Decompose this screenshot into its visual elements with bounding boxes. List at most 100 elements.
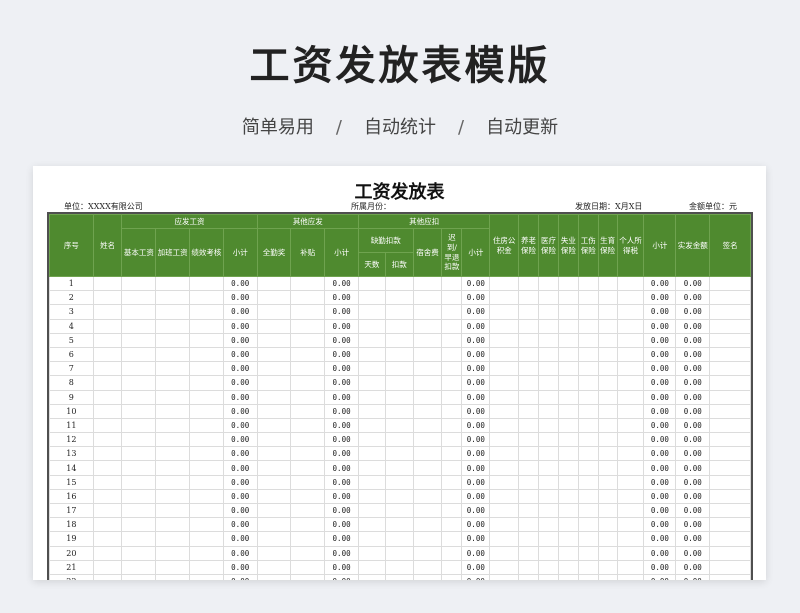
amount-cell: 0.00: [675, 517, 711, 533]
empty-cell: [412, 290, 443, 306]
empty-cell: [189, 488, 224, 505]
empty-cell: [577, 375, 599, 391]
table-body: 1 0.00 0.00 0.00 0.00 0.00 2 0.00 0.00 0.00 0.00 0.…: [49, 275, 751, 580]
empty-cell: [155, 375, 191, 391]
empty-cell: [155, 275, 191, 292]
page-title: 工资发放表模版: [249, 43, 551, 89]
empty-cell: [92, 318, 123, 334]
amount-cell: 0.00: [643, 290, 677, 306]
amount-cell: 0.00: [675, 318, 711, 334]
empty-cell: [538, 488, 559, 505]
empty-cell: [358, 531, 386, 547]
amount-cell: 0.00: [222, 332, 258, 348]
empty-cell: [384, 318, 414, 334]
pay-month: 所属月份：: [351, 202, 391, 211]
amount-cell: 0.00: [222, 545, 258, 561]
empty-cell: [557, 531, 579, 547]
amount-cell: 0.00: [222, 346, 258, 363]
amount-cell: 0.00: [324, 517, 359, 533]
table-row: 16 0.00 0.00 0.00 0.00 0.00: [49, 488, 751, 505]
amount-cell: 0.00: [461, 417, 491, 434]
empty-cell: [121, 517, 157, 533]
empty-cell: [290, 446, 326, 462]
feature-list: 简单易用 / 自动统计 / 自动更新: [0, 113, 800, 139]
amount-cell: 0.00: [324, 432, 359, 448]
amount-cell: 0.00: [324, 332, 359, 348]
amount-cell: 0.00: [324, 290, 359, 306]
empty-cell: [441, 488, 463, 505]
amount-cell: 0.00: [461, 375, 491, 391]
row-seq-cell: 10: [49, 403, 94, 419]
empty-cell: [290, 403, 326, 419]
empty-cell: [538, 275, 559, 292]
empty-cell: [256, 545, 292, 561]
empty-cell: [518, 531, 539, 547]
empty-cell: [189, 290, 224, 306]
empty-cell: [189, 275, 224, 292]
empty-cell: [538, 346, 559, 363]
amount-cell: 0.00: [675, 361, 711, 377]
empty-cell: [189, 460, 224, 476]
empty-cell: [616, 361, 645, 377]
empty-cell: [709, 375, 751, 391]
empty-cell: [597, 573, 618, 580]
empty-cell: [597, 403, 618, 419]
empty-cell: [412, 375, 443, 391]
amount-cell: 0.00: [324, 318, 359, 334]
empty-cell: [256, 346, 292, 363]
amount-cell: 0.00: [643, 460, 677, 476]
amount-cell: 0.00: [461, 474, 491, 490]
amount-cell: 0.00: [643, 573, 677, 580]
amount-cell: 0.00: [222, 361, 258, 377]
empty-cell: [412, 559, 443, 575]
empty-cell: [616, 417, 645, 434]
empty-cell: [538, 403, 559, 419]
empty-cell: [597, 488, 618, 505]
header-subtotal: 小计: [643, 214, 677, 277]
empty-cell: [290, 460, 326, 476]
empty-cell: [616, 502, 645, 519]
header-dorm-fee: 宿舍费: [412, 228, 443, 277]
table-row: 220.000.000.000.000.00: [49, 573, 751, 580]
empty-cell: [189, 573, 224, 580]
empty-cell: [557, 332, 579, 348]
empty-cell: [518, 432, 539, 448]
empty-cell: [577, 460, 599, 476]
empty-cell: [538, 502, 559, 519]
empty-cell: [577, 361, 599, 377]
empty-cell: [412, 417, 443, 434]
empty-cell: [155, 403, 191, 419]
empty-cell: [597, 517, 618, 533]
empty-cell: [256, 559, 292, 575]
empty-cell: [155, 332, 191, 348]
empty-cell: [489, 318, 520, 334]
empty-cell: [384, 417, 414, 434]
empty-cell: [412, 403, 443, 419]
empty-cell: [616, 290, 645, 306]
empty-cell: [489, 332, 520, 348]
empty-cell: [155, 517, 191, 533]
empty-cell: [518, 304, 539, 320]
empty-cell: [256, 517, 292, 533]
empty-cell: [518, 403, 539, 419]
table-row: 1 0.00 0.00 0.00 0.00 0.00: [49, 275, 751, 292]
empty-cell: [384, 559, 414, 575]
table-row: 21 0.00 0.00 0.00 0.00 0.00: [49, 559, 751, 575]
empty-cell: [597, 275, 618, 292]
header-overtime-wage: 加班工资: [155, 228, 191, 277]
sheet-title: 工资发放表: [354, 182, 445, 203]
empty-cell: [358, 346, 386, 363]
empty-cell: [256, 446, 292, 462]
empty-cell: [358, 559, 386, 575]
empty-cell: [597, 389, 618, 405]
empty-cell: [358, 389, 386, 405]
table-row: 18 0.00 0.00 0.00 0.00 0.00: [49, 517, 751, 533]
empty-cell: [577, 531, 599, 547]
empty-cell: [538, 290, 559, 306]
table-frame: 序号 姓名 应发工资 其他应发 其他应扣 住房公积金 养老保险 医疗保险 失业保…: [47, 212, 753, 580]
empty-cell: [441, 361, 463, 377]
empty-cell: [384, 389, 414, 405]
spreadsheet-preview: 工资发放表 单位：XXXX有限公司 所属月份： 发放日期：X月X日 金额单位：元…: [33, 166, 766, 580]
company-unit: 单位：XXXX有限公司: [64, 202, 143, 211]
empty-cell: [92, 545, 123, 561]
